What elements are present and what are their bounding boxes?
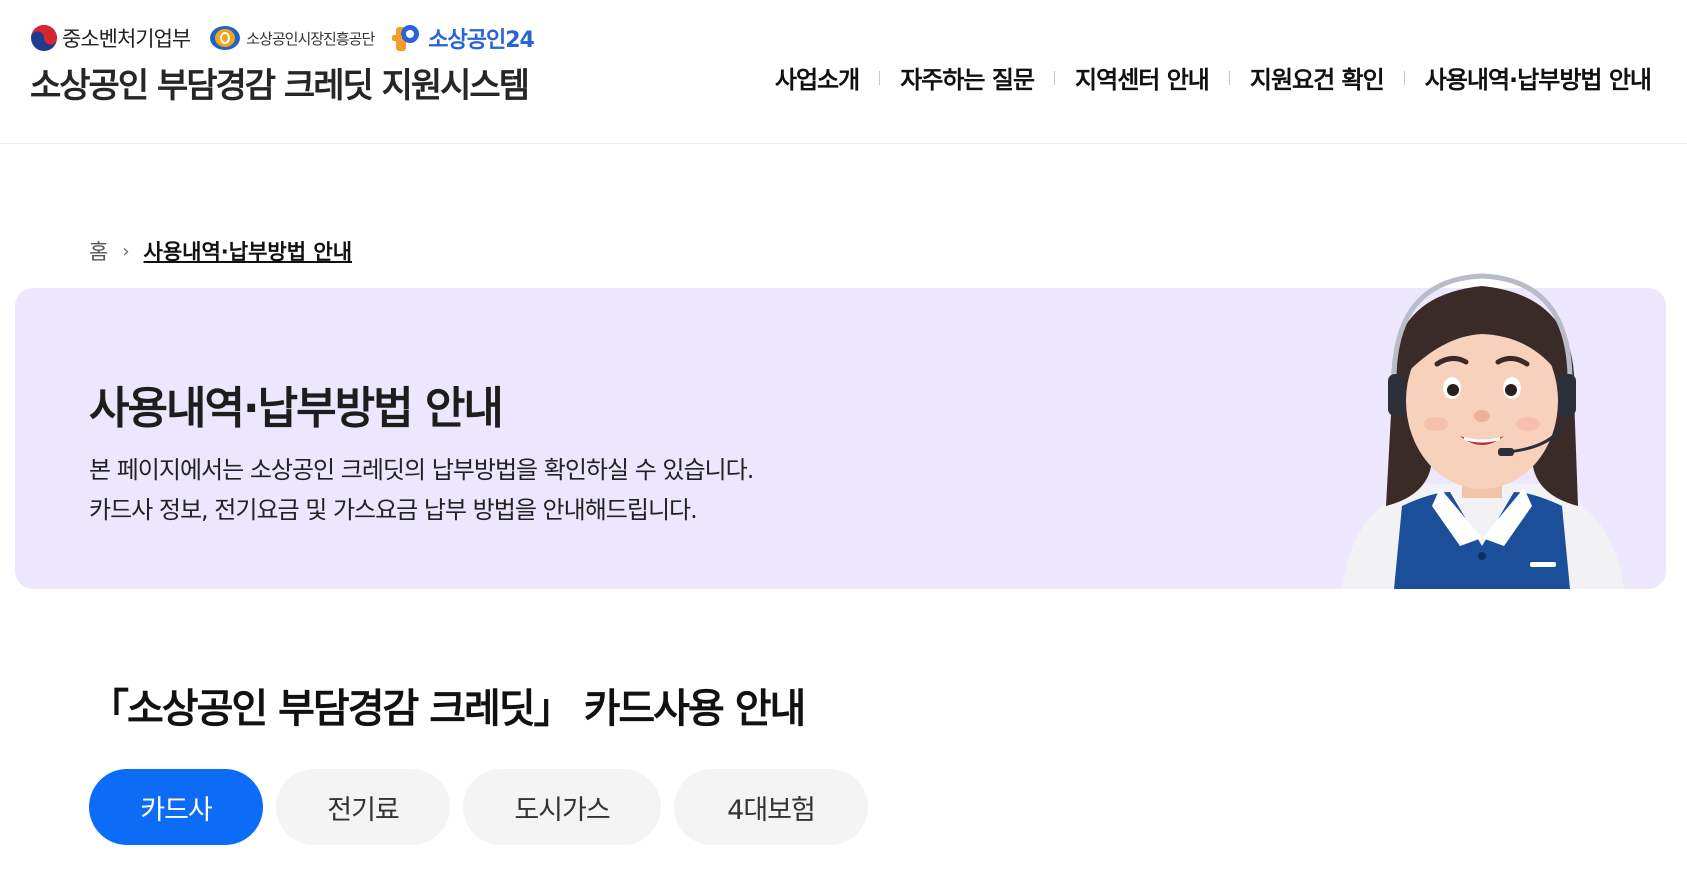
site-header: 중소벤처기업부 소상공인시장진흥공단 소상공인24 소상공인 부담경감 크레딧 …	[0, 0, 1687, 144]
page-title: 사용내역·납부방법 안내	[89, 383, 504, 434]
tab-electricity[interactable]: 전기료	[276, 769, 450, 845]
breadcrumb: 홈 › 사용내역·납부방법 안내	[89, 236, 352, 266]
tab-card-company[interactable]: 카드사	[89, 769, 263, 845]
nav-divider	[1054, 70, 1056, 85]
hero-banner: 사용내역·납부방법 안내 본 페이지에서는 소상공인 크레딧의 납부방법을 확인…	[15, 273, 1666, 589]
nav-item-faq[interactable]: 자주하는 질문	[900, 60, 1035, 95]
breadcrumb-home[interactable]: 홈	[89, 236, 108, 266]
agency-mss[interactable]: 중소벤처기업부	[30, 23, 191, 53]
semas-logo-icon	[210, 26, 241, 50]
agency-sosang24-name: 소상공인24	[428, 28, 535, 53]
nav-item-about[interactable]: 사업소개	[775, 60, 860, 95]
category-tabs: 카드사 전기료 도시가스 4대보험	[89, 769, 881, 845]
site-title[interactable]: 소상공인 부담경감 크레딧 지원시스템	[30, 58, 530, 107]
page-description: 본 페이지에서는 소상공인 크레딧의 납부방법을 확인하실 수 있습니다. 카드…	[89, 450, 754, 530]
nav-divider	[1228, 70, 1230, 85]
nav-divider	[879, 70, 881, 85]
agency-mss-name: 중소벤처기업부	[62, 27, 191, 51]
chevron-right-icon: ›	[122, 240, 130, 262]
agency-sosang24[interactable]: 소상공인24	[392, 22, 535, 54]
nav-item-usage-payment[interactable]: 사용내역·납부방법 안내	[1425, 60, 1652, 95]
main-nav: 사업소개 자주하는 질문 지역센터 안내 지원요건 확인 사용내역·납부방법 안…	[775, 60, 1652, 95]
nav-item-eligibility[interactable]: 지원요건 확인	[1250, 60, 1385, 95]
agency-semas-name: 소상공인시장진흥공단	[246, 29, 375, 48]
section-title: 「소상공인 부담경감 크레딧」 카드사용 안내	[89, 686, 806, 732]
taegeuk-emblem-icon	[31, 25, 57, 51]
breadcrumb-current[interactable]: 사용내역·납부방법 안내	[144, 236, 353, 266]
page-description-line: 본 페이지에서는 소상공인 크레딧의 납부방법을 확인하실 수 있습니다.	[89, 456, 754, 484]
nav-item-regional-center[interactable]: 지역센터 안내	[1075, 60, 1210, 95]
page-description-line: 카드사 정보, 전기요금 및 가스요금 납부 방법을 안내해드립니다.	[89, 496, 698, 524]
tab-city-gas[interactable]: 도시가스	[463, 769, 661, 845]
agency-semas[interactable]: 소상공인시장진흥공단	[208, 24, 375, 52]
tab-social-insurance[interactable]: 4대보험	[674, 769, 868, 845]
sosanggongin24-logo-icon	[392, 25, 420, 51]
agency-logos: 중소벤처기업부 소상공인시장진흥공단 소상공인24	[30, 22, 552, 54]
nav-divider	[1403, 70, 1405, 85]
call-center-agent-illustration	[1342, 273, 1624, 589]
